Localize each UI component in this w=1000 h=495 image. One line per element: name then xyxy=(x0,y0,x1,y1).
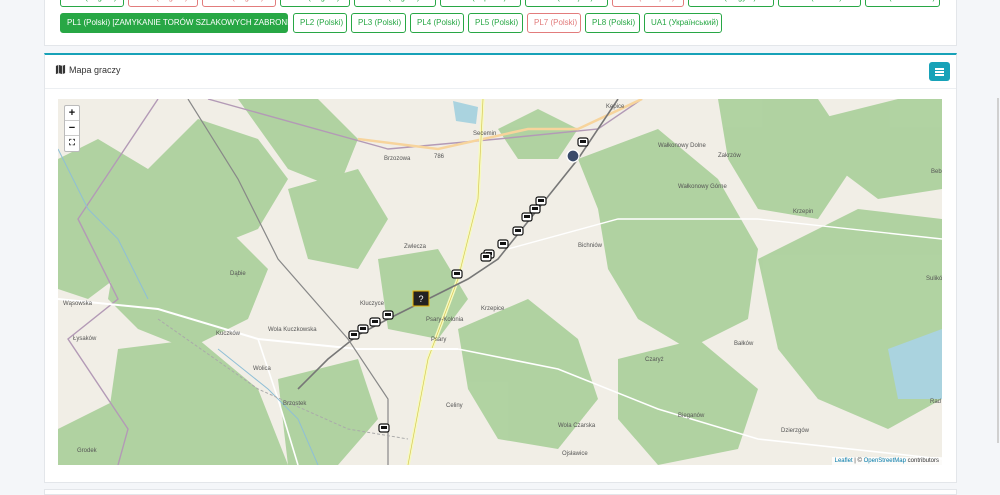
map-place-label: Dąbie xyxy=(230,271,246,277)
map-place-label: Krzepice xyxy=(481,306,505,312)
list-icon xyxy=(935,68,944,70)
map-place-label: Wolica xyxy=(253,366,272,372)
zoom-out-button[interactable]: − xyxy=(65,121,79,136)
map-place-label: Zakrzów xyxy=(718,153,741,159)
map-place-label: Bałków xyxy=(734,341,754,347)
map-attribution: Leaflet | © OpenStreetMap contributors xyxy=(831,457,942,465)
server-button[interactable]: IT1 (Italiano) xyxy=(778,0,861,7)
map-place-label: Bieganów xyxy=(678,413,705,419)
train-marker[interactable] xyxy=(577,137,589,147)
map-place-label: Wąsowska xyxy=(63,301,93,307)
train-marker[interactable] xyxy=(535,196,547,206)
leaflet-link[interactable]: Leaflet xyxy=(835,458,853,464)
train-marker[interactable] xyxy=(369,317,381,327)
player-avatar-marker[interactable] xyxy=(566,149,580,163)
map-place-label: Celiny xyxy=(446,403,463,409)
map-place-label: Krzepin xyxy=(793,209,813,215)
osm-link[interactable]: OpenStreetMap xyxy=(864,458,906,464)
map-place-label: Bebe xyxy=(931,169,942,175)
server-button-active[interactable]: PL1 (Polski) [ZAMYKANIE TORÓW SZLAKOWYCH… xyxy=(60,13,309,33)
map-place-label: Czaryż xyxy=(645,357,664,363)
map-place-label: Psary xyxy=(431,337,446,343)
server-button[interactable]: HU1 (Magyar) xyxy=(688,0,774,7)
map-place-label: Wałkonowy Dolne xyxy=(658,143,706,149)
map-place-label: Brzozowa xyxy=(384,156,411,162)
server-button[interactable]: PL7 (Polski) xyxy=(527,13,581,33)
map-place-label: Wola Czarska xyxy=(558,423,596,429)
map-place-label: Wałkonowy Górne xyxy=(678,184,727,190)
map-place-label: Łysaków xyxy=(73,336,97,342)
map-place-label: Zwlecza xyxy=(404,244,427,250)
server-button[interactable]: FR2 (Français) xyxy=(612,0,684,7)
map-place-label: Grodek xyxy=(77,448,98,454)
zoom-control: + − ⛶ xyxy=(64,105,80,152)
map-place-label: Secemin xyxy=(473,131,496,137)
train-marker[interactable] xyxy=(529,204,541,214)
map-place-label: Psary-Kolonia xyxy=(426,317,464,323)
map-place-label: Kępice xyxy=(606,104,625,110)
card-header: Mapa graczy xyxy=(45,55,956,89)
train-marker[interactable] xyxy=(451,269,463,279)
player-map-card: Mapa graczy Kępice Secemin Wałkonowy Dol… xyxy=(44,53,957,483)
next-card xyxy=(44,489,957,495)
map-place-label: Wola Kuczkowska xyxy=(268,327,317,333)
list-view-button[interactable] xyxy=(929,62,950,81)
train-marker[interactable] xyxy=(382,310,394,320)
map-place-label: 786 xyxy=(434,154,445,160)
svg-text:?: ? xyxy=(418,294,423,304)
server-button[interactable]: PL2 (Polski) xyxy=(293,13,347,33)
server-button[interactable]: PL4 (Polski) xyxy=(410,13,464,33)
map-icon xyxy=(55,64,66,75)
train-marker[interactable] xyxy=(497,239,509,249)
map-place-label: Ojsławice xyxy=(562,451,588,457)
server-list: EN3 (English) EN6 (English) EN7 (English) E… xyxy=(60,0,940,40)
map-place-label: Kuczków xyxy=(216,331,241,337)
map-place-label: Bichniów xyxy=(578,243,603,249)
map-view[interactable]: Kępice Secemin Wałkonowy Dolne Zakrzów Brzoz… xyxy=(58,99,942,465)
page-scrollbar[interactable] xyxy=(997,98,999,443)
server-button[interactable]: UA1 (Український) xyxy=(644,13,722,33)
server-button[interactable]: EN3 (English) xyxy=(60,0,124,7)
server-button[interactable]: EN6 (English) xyxy=(128,0,198,7)
card-title: Mapa graczy xyxy=(69,65,121,75)
map-tiles: Kępice Secemin Wałkonowy Dolne Zakrzów Brzoz… xyxy=(58,99,942,465)
map-place-label: Sulikó xyxy=(926,276,942,282)
server-button[interactable]: NL1 (Nederlands) xyxy=(865,0,940,7)
train-marker[interactable] xyxy=(512,226,524,236)
server-button[interactable]: EN7 (English) xyxy=(202,0,276,7)
server-button[interactable]: FR1 (Français) xyxy=(525,0,608,7)
zoom-in-button[interactable]: + xyxy=(65,106,79,121)
train-marker[interactable] xyxy=(521,212,533,222)
train-marker[interactable] xyxy=(357,324,369,334)
server-button[interactable]: PL8 (Polski) xyxy=(585,13,640,33)
map-place-label: Rad xyxy=(930,399,941,405)
map-place-label: Kluczyce xyxy=(360,301,385,307)
unknown-station-marker[interactable]: ? xyxy=(412,290,430,307)
server-button[interactable]: PL3 (Polski) xyxy=(351,13,406,33)
train-marker[interactable] xyxy=(480,252,492,262)
server-button[interactable]: PL5 (Polski) xyxy=(468,13,523,33)
fullscreen-button[interactable]: ⛶ xyxy=(65,136,79,151)
train-marker[interactable] xyxy=(378,423,390,433)
server-button[interactable]: EN9 (English) xyxy=(354,0,436,7)
train-marker[interactable] xyxy=(348,330,360,340)
map-place-label: Brzostek xyxy=(283,401,307,407)
server-button[interactable]: ES1 (Español) xyxy=(440,0,521,7)
server-button[interactable]: EN8 (English) xyxy=(280,0,350,7)
map-place-label: Dzierzgów xyxy=(781,428,810,434)
